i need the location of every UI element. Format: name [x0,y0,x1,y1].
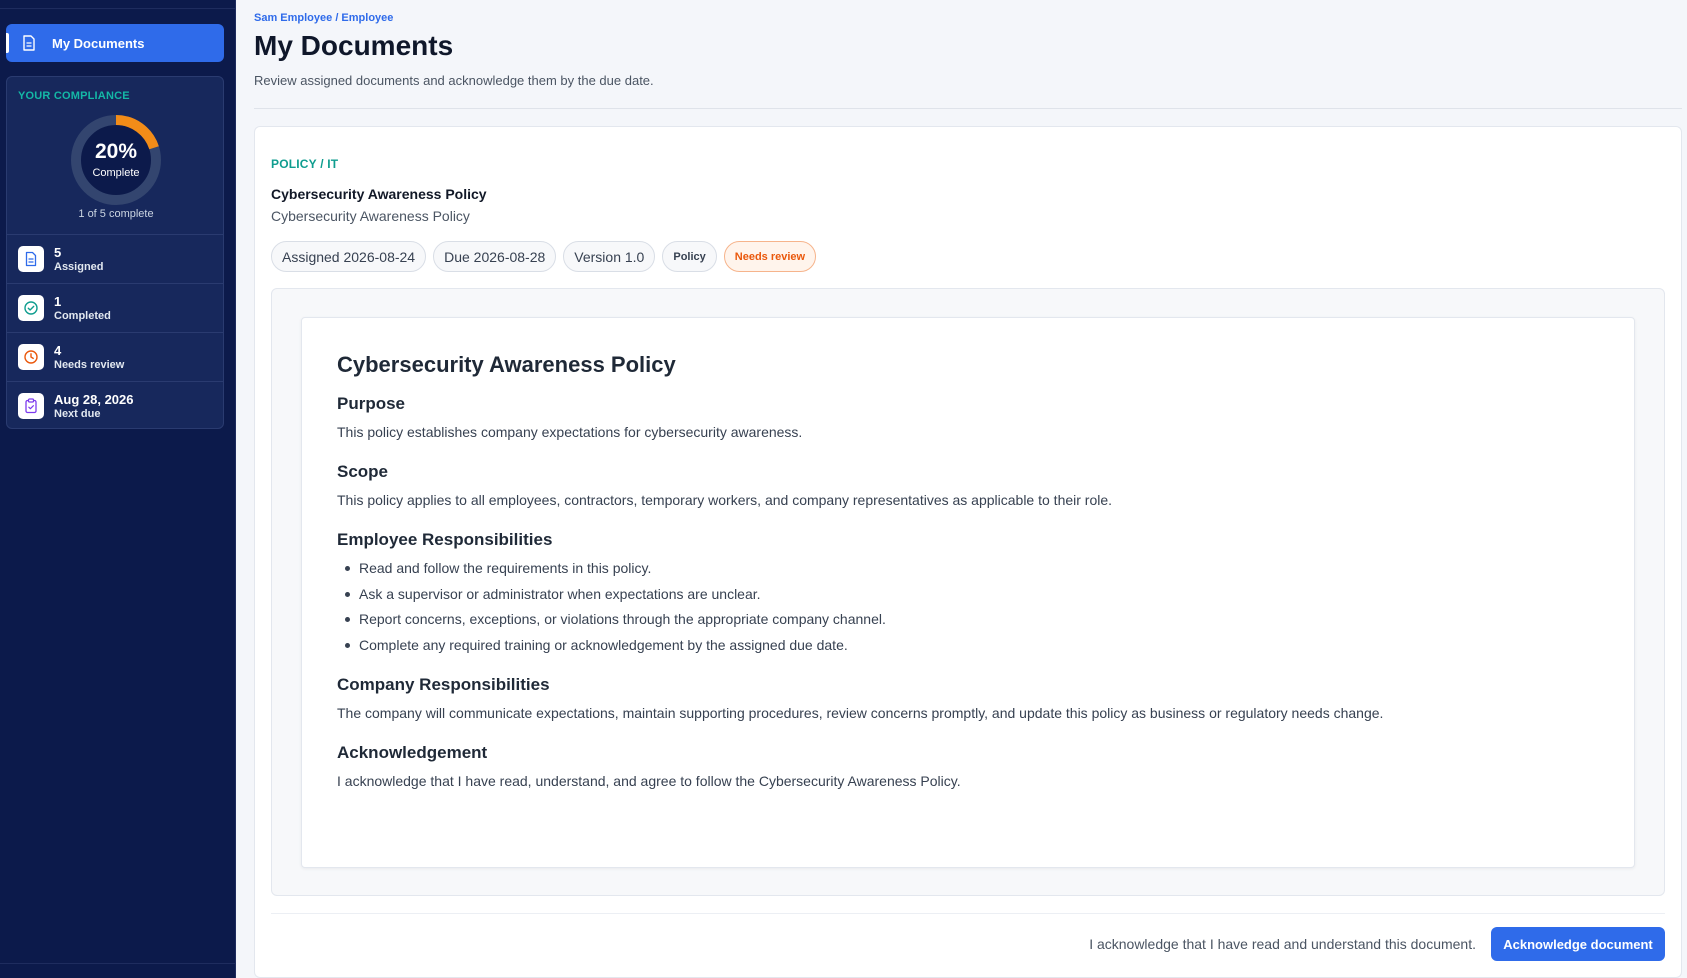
sidebar-item-my-documents[interactable]: My Documents [6,24,224,62]
check-circle-icon [18,295,44,321]
stat-label: Completed [54,309,111,322]
document-category: POLICY / IT [271,157,339,171]
stat-value: Aug 28, 2026 [54,391,134,407]
document-card: POLICY / IT Cybersecurity Awareness Poli… [254,126,1682,978]
page-title: My Documents [254,30,454,61]
employee-responsibilities-list: Read and follow the requirements in this… [337,558,1599,655]
list-item: Complete any required training or acknow… [337,635,1599,655]
sidebar-item-label: My Documents [52,35,145,51]
compliance-percent: 20% [94,140,138,163]
sidebar-top-divider [0,8,236,9]
assigned-date-chip: Assigned 2026-08-24 [271,241,427,272]
breadcrumb[interactable]: Sam Employee / Employee [254,12,393,24]
scope-text: This policy applies to all employees, co… [337,492,1113,508]
footer-divider [271,913,1665,914]
stat-label: Needs review [54,358,125,371]
company-responsibilities-heading: Company Responsibilities [337,674,550,694]
sidebar-bottom-divider [0,963,236,964]
header-divider [254,108,1682,109]
stat-value: 5 [54,244,62,260]
purpose-text: This policy establishes company expectat… [337,424,803,440]
version-chip: Version 1.0 [563,241,656,272]
stat-value: 1 [54,293,62,309]
stat-value: 4 [54,342,62,358]
compliance-ring: 20% Complete [70,114,162,206]
clipboard-icon [18,393,44,419]
employee-responsibilities-heading: Employee Responsibilities [337,530,553,549]
acknowledgement-text: I acknowledge that I have read, understa… [337,772,961,789]
compliance-title: YOUR COMPLIANCE [18,90,130,102]
document-meta-chips: Assigned 2026-08-24 Due 2026-08-28 Versi… [271,241,817,272]
status-badge: Needs review [723,241,817,272]
stat-next-due: Aug 28, 2026 Next due [7,381,223,428]
due-date-chip: Due 2026-08-28 [433,241,557,272]
acknowledge-statement: I acknowledge that I have read and under… [1089,936,1476,952]
compliance-progress-text: 1 of 5 complete [78,208,154,220]
active-indicator [6,33,9,53]
list-item: Report concerns, exceptions, or violatio… [337,609,1599,629]
list-item: Ask a supervisor or administrator when e… [337,584,1599,604]
list-item: Read and follow the requirements in this… [337,558,1599,578]
clock-icon [18,344,44,370]
company-responsibilities-text: The company will communicate expectation… [337,704,1384,721]
stat-completed: 1 Completed [7,283,223,332]
acknowledgement-heading: Acknowledgement [337,742,488,762]
document-page: Cybersecurity Awareness Policy Purpose T… [301,317,1635,868]
stat-needs-review: 4 Needs review [7,332,223,381]
sidebar: My Documents YOUR COMPLIANCE 20% Complet… [0,0,236,978]
scope-heading: Scope [337,462,389,481]
document-heading: Cybersecurity Awareness Policy [337,352,676,377]
document-title: Cybersecurity Awareness Policy [271,186,487,202]
document-icon [22,35,36,51]
stat-label: Next due [54,407,101,420]
compliance-card: YOUR COMPLIANCE 20% Complete 1 of 5 comp… [6,76,224,429]
document-viewer[interactable]: Cybersecurity Awareness Policy Purpose T… [271,288,1665,896]
page-subtitle: Review assigned documents and acknowledg… [254,73,654,88]
compliance-percent-label: Complete [92,167,140,179]
acknowledge-document-button[interactable]: Acknowledge document [1491,927,1665,961]
stat-label: Assigned [54,260,104,273]
stat-assigned: 5 Assigned [7,234,223,283]
document-type-badge: Policy [662,241,717,272]
document-subtitle: Cybersecurity Awareness Policy [271,208,470,224]
document-icon [18,246,44,272]
purpose-heading: Purpose [337,394,406,413]
